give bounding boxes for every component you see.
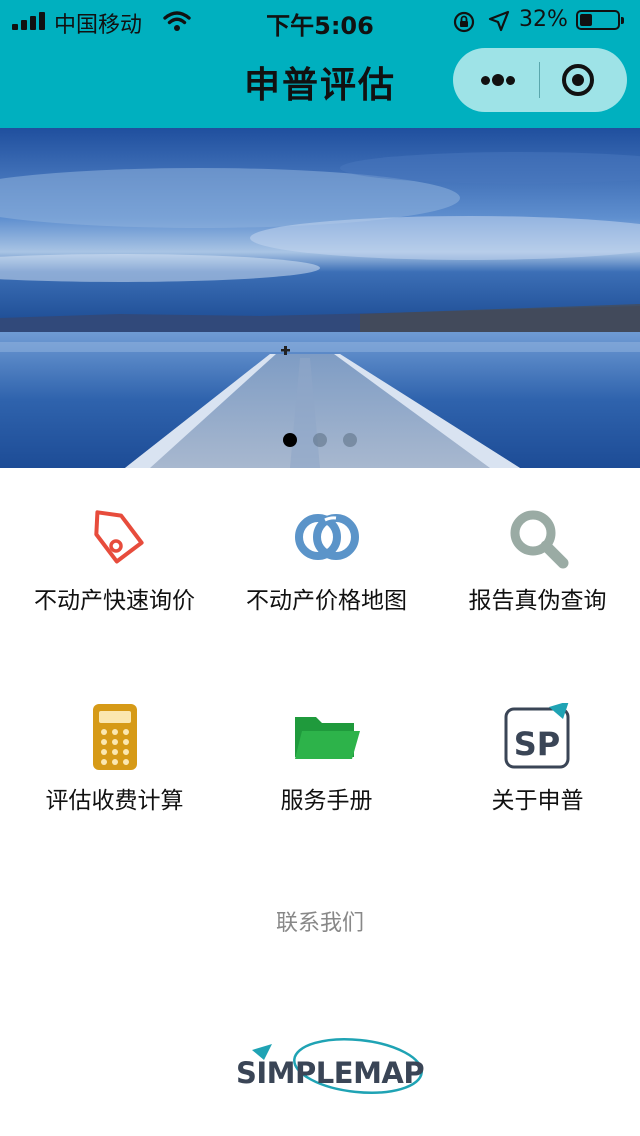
- battery-icon: [576, 10, 624, 30]
- menu-label: 报告真伪查询: [468, 588, 607, 614]
- carousel-indicators: [0, 432, 640, 451]
- menu-report-verify[interactable]: 报告真伪查询: [431, 503, 640, 615]
- capsule-divider: [539, 62, 540, 98]
- search-icon: [510, 510, 568, 569]
- top-bar: 中国移动 下午5:06 32% 申普评估: [0, 0, 640, 128]
- battery-percent: 32%: [519, 7, 568, 32]
- location-arrow-icon: [488, 10, 510, 32]
- carousel-dot[interactable]: [343, 433, 357, 447]
- lake-pier-photo: [0, 128, 640, 468]
- menu-label: 评估收费计算: [45, 788, 184, 814]
- banner-carousel[interactable]: [0, 128, 640, 468]
- mini-program-capsule: [453, 48, 627, 112]
- close-button[interactable]: [553, 56, 603, 104]
- carousel-dot[interactable]: [283, 433, 297, 447]
- contact-us-link[interactable]: 联系我们: [0, 905, 640, 937]
- menu-label: 关于申普: [491, 788, 584, 814]
- menu-fee-calculator[interactable]: 评估收费计算: [8, 703, 221, 815]
- folder-icon: [294, 717, 360, 759]
- carousel-dot[interactable]: [313, 433, 327, 447]
- menu-price-map[interactable]: 不动产价格地图: [220, 503, 433, 615]
- menu-service-manual[interactable]: 服务手册: [220, 703, 433, 815]
- price-tag-icon: [93, 510, 144, 564]
- sp-logo-icon: SP: [504, 703, 569, 769]
- menu-label: 服务手册: [280, 788, 373, 814]
- svg-text:SP: SP: [513, 725, 560, 763]
- menu-label: 不动产快速询价: [34, 588, 195, 614]
- more-button[interactable]: [463, 48, 533, 112]
- brand-wordmark: SIMPLEMAP: [236, 1056, 425, 1090]
- menu-quick-quote[interactable]: 不动产快速询价: [8, 503, 221, 615]
- menu-about[interactable]: SP 关于申普: [431, 703, 640, 815]
- calculator-icon: [92, 704, 137, 770]
- simplemap-logo: SIMPLEMAP: [230, 1030, 430, 1104]
- battery-level: [580, 14, 592, 26]
- menu-label: 不动产价格地图: [246, 588, 407, 614]
- linked-rings-icon: [294, 514, 359, 560]
- rotation-lock-icon: [453, 11, 475, 33]
- status-bar: 中国移动 下午5:06 32%: [0, 0, 640, 40]
